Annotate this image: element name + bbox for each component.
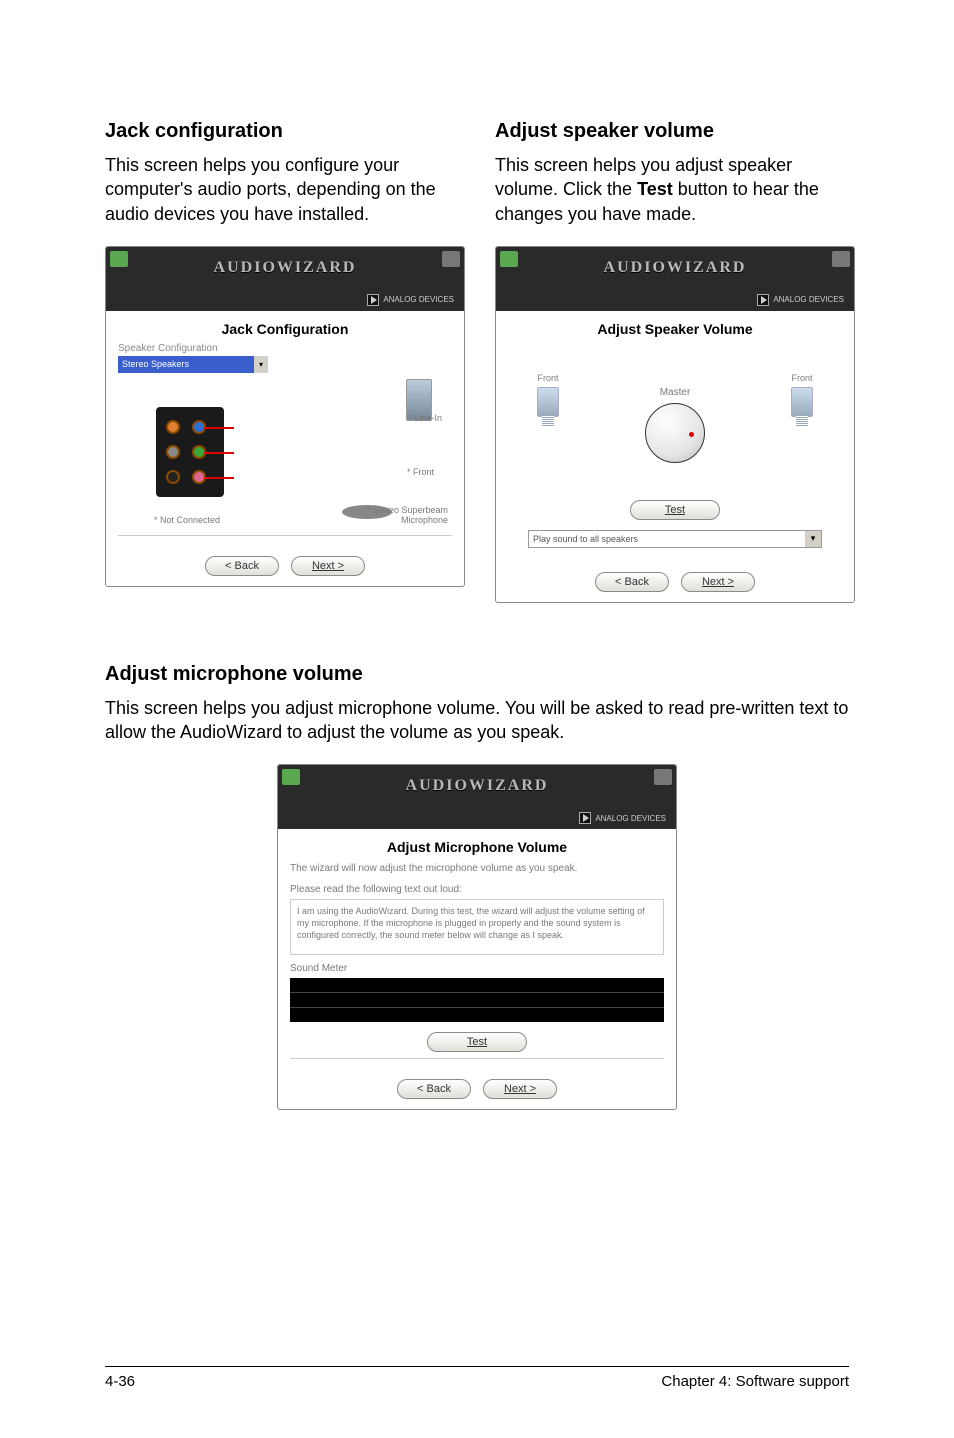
mic-heading: Adjust microphone volume — [105, 663, 849, 686]
divider — [290, 1058, 664, 1059]
brand-text: ANALOG DEVICES — [595, 814, 666, 823]
back-button[interactable]: < Back — [595, 572, 669, 592]
brand-bar: ANALOG DEVICES — [106, 289, 464, 311]
test-button[interactable]: Test — [630, 500, 720, 520]
speaker-left-icon — [537, 387, 559, 417]
close-icon[interactable] — [654, 769, 672, 785]
brand-arrow-icon — [579, 812, 591, 824]
linein-label: * Line-In — [408, 413, 442, 423]
close-icon[interactable] — [832, 251, 850, 267]
page-footer: 4-36 Chapter 4: Software support — [105, 1366, 849, 1390]
brand-arrow-icon — [757, 294, 769, 306]
app-icon — [500, 251, 518, 267]
brand-bar: ANALOG DEVICES — [496, 289, 854, 311]
play-to-select[interactable]: Play sound to all speakers — [528, 530, 822, 548]
sound-meter-label: Sound Meter — [290, 963, 664, 974]
mic-intro-text: The wizard will now adjust the microphon… — [290, 863, 664, 874]
speaker-config-select[interactable]: Stereo Speakers — [118, 356, 268, 373]
next-button[interactable]: Next > — [681, 572, 755, 592]
jack-panel-title: Jack Configuration — [118, 321, 452, 337]
front-label: * Front — [407, 467, 434, 477]
speaker-config-value: Stereo Speakers — [122, 359, 189, 369]
speaker-heading: Adjust speaker volume — [495, 120, 855, 143]
front-left-label: Front — [528, 373, 568, 383]
jack-green — [192, 445, 206, 459]
brand-text: ANALOG DEVICES — [773, 295, 844, 304]
read-label: Please read the following text out loud: — [290, 884, 664, 895]
read-text-box: I am using the AudioWizard. During this … — [290, 899, 664, 955]
back-button[interactable]: < Back — [397, 1079, 471, 1099]
volume-controls: Front Master Front Test P — [508, 343, 842, 558]
app-icon — [110, 251, 128, 267]
front-right-slider[interactable]: Front — [782, 373, 822, 417]
mic-desc: This screen helps you adjust microphone … — [105, 696, 849, 745]
front-right-label: Front — [782, 373, 822, 383]
play-to-value: Play sound to all speakers — [533, 534, 638, 544]
wizard-title: AUDIOWIZARD — [214, 259, 357, 277]
sound-meter — [290, 978, 664, 1022]
speaker-right-icon — [791, 387, 813, 417]
wizard-titlebar: AUDIOWIZARD — [278, 765, 676, 807]
page-number: 4-36 — [105, 1373, 135, 1390]
brand-arrow-icon — [367, 294, 379, 306]
jack-blue — [192, 420, 206, 434]
jack-orange — [166, 420, 180, 434]
brand-text: ANALOG DEVICES — [383, 295, 454, 304]
close-icon[interactable] — [442, 251, 460, 267]
jack-panel-graphic — [156, 407, 224, 497]
jack-black — [166, 470, 180, 484]
volume-wizard-window: AUDIOWIZARD ANALOG DEVICES Adjust Speake… — [495, 246, 855, 603]
wizard-title: AUDIOWIZARD — [604, 259, 747, 277]
front-left-slider[interactable]: Front — [528, 373, 568, 417]
jack-pink — [192, 470, 206, 484]
wizard-title: AUDIOWIZARD — [406, 777, 549, 795]
back-button[interactable]: < Back — [205, 556, 279, 576]
jack-wizard-window: AUDIOWIZARD ANALOG DEVICES Jack Configur… — [105, 246, 465, 587]
app-icon — [282, 769, 300, 785]
jack-diagram: * Line-In * Front * Stereo Superbeam Mic… — [118, 379, 452, 529]
master-knob[interactable] — [645, 403, 705, 463]
jack-heading: Jack configuration — [105, 120, 465, 143]
mic-label: * Stereo Superbeam Microphone — [348, 505, 448, 525]
speaker-desc: This screen helps you adjust speaker vol… — [495, 153, 855, 226]
not-connected-label: * Not Connected — [154, 515, 220, 525]
brand-bar: ANALOG DEVICES — [278, 807, 676, 829]
wizard-titlebar: AUDIOWIZARD — [106, 247, 464, 289]
wizard-titlebar: AUDIOWIZARD — [496, 247, 854, 289]
next-button[interactable]: Next > — [483, 1079, 557, 1099]
chapter-label: Chapter 4: Software support — [661, 1373, 849, 1390]
jack-grey — [166, 445, 180, 459]
mic-test-button[interactable]: Test — [427, 1032, 527, 1052]
speaker-config-label: Speaker Configuration — [118, 343, 452, 354]
master-label: Master — [660, 387, 691, 398]
volume-panel-title: Adjust Speaker Volume — [508, 321, 842, 337]
divider — [118, 535, 452, 536]
mic-panel-title: Adjust Microphone Volume — [290, 839, 664, 855]
jack-desc: This screen helps you configure your com… — [105, 153, 465, 226]
next-button[interactable]: Next > — [291, 556, 365, 576]
mic-wizard-window: AUDIOWIZARD ANALOG DEVICES Adjust Microp… — [277, 764, 677, 1110]
